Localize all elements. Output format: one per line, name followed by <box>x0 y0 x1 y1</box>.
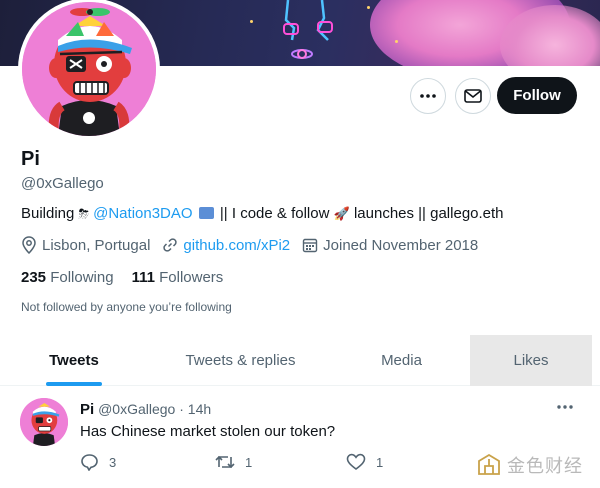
reply-button[interactable]: 3 <box>80 453 116 471</box>
profile-handle: @0xGallego <box>21 175 104 192</box>
tab-label: Likes <box>513 352 549 369</box>
message-button[interactable] <box>455 78 491 114</box>
website-item[interactable]: github.com/xPi2 <box>162 237 290 254</box>
tweet-avatar[interactable] <box>20 398 68 446</box>
tweet-handle[interactable]: @0xGallego <box>98 401 175 417</box>
profile-name: Pi <box>21 148 40 170</box>
like-count: 1 <box>376 454 384 470</box>
website-link[interactable]: github.com/xPi2 <box>183 237 290 254</box>
tweet-text: Has Chinese market stolen our token? <box>80 423 336 440</box>
location-pin-icon <box>22 236 36 254</box>
tab-tweets-replies[interactable]: Tweets & replies <box>148 335 333 386</box>
more-horizontal-icon <box>420 94 436 98</box>
following-label: Following <box>50 269 114 286</box>
tab-likes[interactable]: Likes <box>470 335 592 386</box>
active-tab-indicator <box>46 382 102 386</box>
banner-star <box>367 6 370 9</box>
bio-mention-link[interactable]: @Nation3DAO <box>93 205 192 222</box>
retweet-button[interactable]: 1 <box>215 453 252 471</box>
lightning-cloud-icon: ⛈ <box>78 206 89 221</box>
reply-icon <box>81 454 98 471</box>
bio-middle: || I code & follow <box>219 205 330 222</box>
location-item: Lisbon, Portugal <box>21 236 150 254</box>
tab-label: Tweets & replies <box>185 352 296 369</box>
banner-neon-figure <box>283 0 333 59</box>
link-icon <box>163 238 178 252</box>
bio-prefix: Building <box>21 205 75 222</box>
heart-icon <box>346 453 366 471</box>
tab-label: Media <box>381 352 422 369</box>
calendar-icon <box>302 238 318 253</box>
follow-button[interactable]: Follow <box>497 77 577 114</box>
tweet-separator: · <box>179 401 184 417</box>
banner-star <box>395 40 398 43</box>
profile-bio: Building ⛈ @Nation3DAO || I code & follo… <box>21 205 504 222</box>
un-flag-icon <box>198 207 214 219</box>
reply-count: 3 <box>109 454 117 470</box>
following-count: 235 <box>21 269 47 286</box>
followers-count: 111 <box>131 269 155 286</box>
rocket-icon: 🚀 <box>333 206 350 221</box>
retweet-count: 1 <box>245 454 253 470</box>
following-link[interactable]: 235 Following <box>21 269 114 286</box>
envelope-icon <box>464 89 482 103</box>
avatar-character-icon <box>20 398 68 446</box>
tweet-more-button[interactable] <box>556 399 574 417</box>
profile-tabs: Tweets Tweets & replies Media Likes <box>0 335 600 386</box>
profile-avatar-frame[interactable] <box>18 0 160 140</box>
avatar-character-icon <box>22 2 156 136</box>
retweet-icon <box>215 455 235 469</box>
avatar[interactable] <box>22 2 156 136</box>
profile-meta: Lisbon, Portugal github.com/xPi2 Joined … <box>21 236 490 254</box>
watermark: 金色财经 <box>477 452 583 478</box>
followers-label: Followers <box>159 269 224 286</box>
tweet-time[interactable]: 14h <box>188 401 211 417</box>
joined-text: Joined November 2018 <box>323 236 479 254</box>
more-horizontal-icon <box>557 405 573 409</box>
tweet-author[interactable]: Pi <box>80 401 94 418</box>
tab-label: Tweets <box>49 352 99 369</box>
watermark-text: 金色财经 <box>507 456 583 477</box>
tab-tweets[interactable]: Tweets <box>0 335 148 386</box>
bio-suffix: launches || gallego.eth <box>353 205 504 222</box>
not-followed-notice: Not followed by anyone you’re following <box>21 300 232 314</box>
followers-link[interactable]: 111 Followers <box>132 269 224 286</box>
joined-item: Joined November 2018 <box>302 237 478 254</box>
more-button[interactable] <box>410 78 446 114</box>
tweet-header: Pi @0xGallego · 14h <box>80 401 211 418</box>
location-text: Lisbon, Portugal <box>42 236 151 254</box>
like-button[interactable]: 1 <box>346 453 383 471</box>
tab-media[interactable]: Media <box>333 335 470 386</box>
watermark-logo-icon <box>478 454 500 475</box>
banner-star <box>250 20 253 23</box>
profile-stats: 235 Following 111 Followers <box>21 269 241 286</box>
